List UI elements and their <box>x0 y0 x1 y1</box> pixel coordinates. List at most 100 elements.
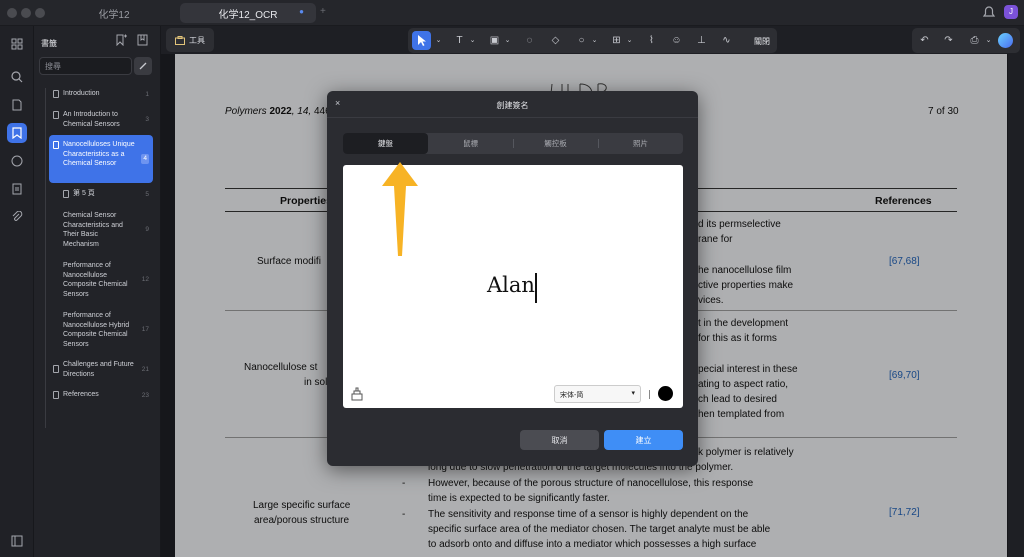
chevron-down-icon[interactable]: ⌄ <box>982 34 995 47</box>
bookmark-label: An Introduction to Chemical Sensors <box>63 111 120 128</box>
undo-icon[interactable]: ↶ <box>918 34 931 47</box>
bookmark-page: 17 <box>141 326 149 333</box>
bookmark-item[interactable]: An Introduction to Chemical Sensors 3 <box>49 109 153 131</box>
tab-label: 化学12 <box>98 9 130 21</box>
bookmark-icon <box>53 391 59 399</box>
text-caret <box>535 273 537 303</box>
tab-trackpad[interactable]: 觸控板 <box>513 133 598 154</box>
tab-chem12[interactable]: 化学12 <box>50 3 178 23</box>
chevron-down-icon[interactable]: ⌄ <box>588 34 601 47</box>
font-select-value: 宋体-简 <box>560 392 584 399</box>
vertical-scrollbar[interactable] <box>1008 54 1024 557</box>
tab-label: 化学12_OCR <box>218 9 278 21</box>
tab-mouse[interactable]: 鼠標 <box>428 133 513 154</box>
comment-tool-icon[interactable]: ◌ <box>523 34 536 47</box>
tools-label: 工具 <box>189 35 205 45</box>
bookmark-sidebar: 書籤 搜尋 Introduction 1 An Introduction to … <box>34 26 161 557</box>
bookmark-item[interactable]: 第 5 頁 5 <box>59 188 153 200</box>
bookmark-item[interactable]: Performance of Nanocellulose Hybrid Comp… <box>49 310 153 350</box>
edit-bookmark-button[interactable] <box>134 57 152 75</box>
tab-close-icon[interactable]: ● <box>299 7 304 16</box>
bookmark-icon <box>53 90 59 98</box>
paperclip-icon[interactable] <box>7 207 27 227</box>
thumbnails-icon[interactable] <box>7 34 27 54</box>
attachment-tool-icon[interactable]: ⌇ <box>645 34 658 47</box>
create-button[interactable]: 建立 <box>604 430 683 450</box>
signature-method-tabs: 鍵盤 鼠標 觸控板 照片 <box>343 133 683 154</box>
right-toolbar: ↶ ↷ ⎙ ⌄ <box>912 28 1020 53</box>
tutorial-arrow-icon <box>382 162 418 256</box>
signature-text[interactable]: Alan <box>487 273 535 297</box>
shape-tool-icon[interactable]: ○ <box>575 34 588 47</box>
bookmark-page: 21 <box>141 366 149 373</box>
bookmark-page: 9 <box>145 226 149 233</box>
tree-guide-line <box>45 88 46 428</box>
area-tool-icon[interactable]: ⊞ <box>610 34 623 47</box>
bookmark-label: Introduction <box>63 90 100 97</box>
bookmark-options-icon[interactable] <box>137 34 149 46</box>
redo-icon[interactable]: ↷ <box>942 34 955 47</box>
tab-keyboard[interactable]: 鍵盤 <box>343 133 428 154</box>
left-rail <box>0 26 34 557</box>
title-bar: 化学12 化学12_OCR ● + J <box>0 0 1024 26</box>
bell-icon[interactable] <box>983 6 995 19</box>
search-icon[interactable] <box>7 67 27 87</box>
bookmark-icon[interactable] <box>7 123 27 143</box>
bookmark-page: 3 <box>145 116 149 123</box>
color-picker[interactable] <box>658 386 673 401</box>
comments-icon[interactable] <box>7 151 27 171</box>
bookmark-page: 1 <box>145 91 149 98</box>
bookmark-label: Performance of Nanocellulose Composite C… <box>63 262 128 298</box>
ai-assistant-icon[interactable] <box>998 33 1013 48</box>
bookmark-label: Performance of Nanocellulose Hybrid Comp… <box>63 312 130 348</box>
bookmark-page: 4 <box>141 154 149 164</box>
new-tab-button[interactable]: + <box>320 6 326 17</box>
tab-chem12-ocr[interactable]: 化学12_OCR ● <box>180 3 316 23</box>
text-tool-icon[interactable]: T <box>453 34 466 47</box>
bookmark-label: 第 5 頁 <box>73 190 95 197</box>
briefcase-icon <box>175 35 185 45</box>
settings-panel-icon[interactable] <box>7 531 27 551</box>
bookmark-item[interactable]: References 23 <box>49 389 153 401</box>
divider <box>327 117 698 118</box>
chevron-down-icon[interactable]: ⌄ <box>623 34 636 47</box>
bookmark-item[interactable]: Chemical Sensor Characteristics and Thei… <box>49 210 153 250</box>
bookmark-icon <box>53 365 59 373</box>
bookmark-label: Chemical Sensor Characteristics and Thei… <box>63 212 123 248</box>
tools-button[interactable]: 工具 <box>166 28 214 52</box>
eraser-tool-icon[interactable]: ◇ <box>549 34 562 47</box>
tab-photo[interactable]: 照片 <box>598 133 683 154</box>
close-window-dot[interactable] <box>7 8 17 18</box>
annotation-toolbar: ⌄ T ⌄ ▣ ⌄ ◌ ◇ ○ ⌄ ⊞ ⌄ ⌇ ☺ ⊥ ∿ 關閉 <box>408 28 777 53</box>
chevron-down-icon: ▾ <box>631 390 635 397</box>
pages-icon[interactable] <box>7 95 27 115</box>
minimize-window-dot[interactable] <box>21 8 31 18</box>
save-icon[interactable]: ⎙ <box>968 34 981 47</box>
stamp-tool-icon[interactable]: ⊥ <box>695 34 708 47</box>
cancel-button[interactable]: 取消 <box>520 430 599 450</box>
clear-icon[interactable] <box>350 387 364 401</box>
avatar[interactable]: J <box>1004 5 1018 19</box>
chevron-down-icon[interactable]: ⌄ <box>501 34 514 47</box>
signature-tool-icon[interactable]: ∿ <box>720 34 733 47</box>
attachments-panel-icon[interactable] <box>7 179 27 199</box>
bookmark-label: References <box>63 391 99 398</box>
textbox-tool-icon[interactable]: ▣ <box>488 34 501 47</box>
bookmark-item[interactable]: Performance of Nanocellulose Composite C… <box>49 260 153 300</box>
add-bookmark-icon[interactable] <box>115 34 127 46</box>
zoom-window-dot[interactable] <box>35 8 45 18</box>
chevron-down-icon[interactable]: ⌄ <box>466 34 479 47</box>
bookmark-icon <box>53 111 59 119</box>
font-select[interactable]: 宋体-简 ▾ <box>554 385 641 403</box>
chevron-down-icon[interactable]: ⌄ <box>432 34 445 47</box>
bookmark-icon <box>53 141 59 149</box>
bookmark-search-input[interactable]: 搜尋 <box>39 57 132 75</box>
bookmark-item[interactable]: Challenges and Future Directions 21 <box>49 359 153 381</box>
bookmark-item-selected[interactable]: Nanocelluloses Unique Characteristics as… <box>49 135 153 183</box>
bookmark-item[interactable]: Introduction 1 <box>49 88 153 100</box>
dialog-title: 創建簽名 <box>496 101 529 110</box>
bookmark-page: 23 <box>141 392 149 399</box>
sticker-tool-icon[interactable]: ☺ <box>670 34 683 47</box>
close-annotate-button[interactable]: 關閉 <box>754 36 770 47</box>
select-tool-button[interactable] <box>412 31 431 50</box>
